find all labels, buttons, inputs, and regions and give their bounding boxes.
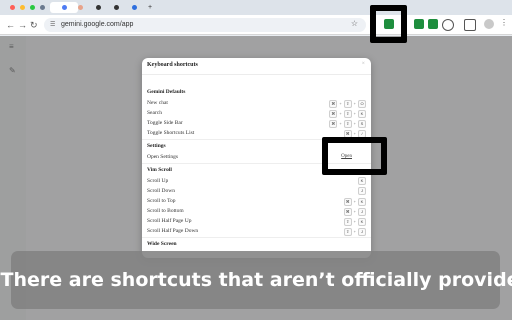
shortcut-row: Scroll Up K <box>147 176 366 186</box>
section-heading-wide-screen: Wide Screen <box>147 241 177 247</box>
key-cap: ⇧ <box>343 228 352 236</box>
shortcut-label: Open Settings <box>147 154 179 160</box>
new-tab-button[interactable]: + <box>144 2 156 13</box>
puzzle-icon[interactable] <box>464 19 476 31</box>
sync-icon[interactable] <box>442 19 454 31</box>
key-cap: ⌘ <box>343 208 352 216</box>
tab-strip: + <box>0 0 512 15</box>
key-cap: ⇧ <box>343 110 352 118</box>
dialog-title: Keyboard shortcuts <box>147 62 198 68</box>
url-text: gemini.google.com/app <box>61 21 134 28</box>
browser-toolbar: ← → ↻ ☰ gemini.google.com/app ☆ ⋮ <box>0 15 512 35</box>
key-cap: K <box>358 177 366 185</box>
profile-icon[interactable] <box>484 19 494 29</box>
caption-banner: ① There are shortcuts that aren’t offici… <box>0 251 512 309</box>
key-cap: K <box>358 198 366 206</box>
shortcut-row: Search ⌘ + ⇧ + K <box>147 108 366 118</box>
shortcut-row: Scroll to Bottom ⌘ + J <box>147 206 366 216</box>
key-cap: K <box>358 110 366 118</box>
shortcut-label: Scroll Up <box>147 178 169 184</box>
section-heading-vim-scroll: Vim Scroll <box>147 167 172 173</box>
key-cap: O <box>358 100 366 108</box>
tab-5[interactable] <box>110 2 122 13</box>
shortcut-label: Search <box>147 110 162 116</box>
shortcut-row: Toggle Side Bar ⌘ + ⇧ + S <box>147 118 366 128</box>
shortcut-label: Toggle Side Bar <box>147 120 183 126</box>
shortcut-label: Scroll to Bottom <box>147 208 184 214</box>
key-cap: J <box>358 187 366 195</box>
shortcut-row: Scroll to Top ⌘ + K <box>147 196 366 206</box>
section-heading-settings: Settings <box>147 143 166 149</box>
key-cap: ⇧ <box>343 100 352 108</box>
shortcut-label: Scroll Half Page Up <box>147 218 192 224</box>
key-cap: J <box>358 208 366 216</box>
key-cap: ⇧ <box>343 218 352 226</box>
key-cap: ⌘ <box>329 120 338 128</box>
highlight-box-extension <box>370 5 407 43</box>
shortcut-label: Scroll to Top <box>147 198 176 204</box>
key-cap: K <box>358 218 366 226</box>
shortcut-label: Toggle Shortcuts List <box>147 130 195 136</box>
reload-icon[interactable]: ↻ <box>30 19 38 31</box>
shortcut-label: Scroll Down <box>147 188 175 194</box>
bookmark-star-icon[interactable]: ☆ <box>351 19 358 28</box>
back-icon[interactable]: ← <box>6 19 15 31</box>
address-bar[interactable]: ☰ gemini.google.com/app ☆ <box>44 18 366 32</box>
key-cap: J <box>358 228 366 236</box>
key-cap: ⌘ <box>343 198 352 206</box>
forward-icon[interactable]: → <box>18 19 27 31</box>
site-info-icon[interactable]: ☰ <box>50 21 55 28</box>
tab-6[interactable] <box>128 2 140 13</box>
extension-icon[interactable] <box>414 19 424 29</box>
divider <box>142 237 371 238</box>
shortcut-label: Scroll Half Page Down <box>147 228 199 234</box>
caption-text: ① There are shortcuts that aren’t offici… <box>0 269 512 291</box>
plus-icon: + <box>147 4 153 11</box>
key-cap: ⌘ <box>329 110 338 118</box>
key-cap: S <box>358 120 366 128</box>
close-icon[interactable]: × <box>362 61 365 67</box>
tab-1[interactable] <box>36 2 48 13</box>
shortcut-row: Scroll Half Page Up ⇧ + K <box>147 216 366 226</box>
divider <box>142 74 371 75</box>
highlight-box-open-settings <box>322 137 387 175</box>
section-heading-gemini-defaults: Gemini Defaults <box>147 89 186 95</box>
kebab-menu-icon[interactable]: ⋮ <box>500 19 508 29</box>
tab-4[interactable] <box>92 2 104 13</box>
shortcut-row: Scroll Half Page Down ⇧ + J <box>147 226 366 236</box>
shortcut-label: New chat <box>147 100 168 106</box>
shortcut-row: New chat ⌘ + ⇧ + O <box>147 98 366 108</box>
shortcut-row: Scroll Down J <box>147 186 366 196</box>
tab-3[interactable] <box>74 2 86 13</box>
key-cap: ⌘ <box>329 100 338 108</box>
key-cap: ⇧ <box>343 120 352 128</box>
extension-icon-2[interactable] <box>428 19 438 29</box>
